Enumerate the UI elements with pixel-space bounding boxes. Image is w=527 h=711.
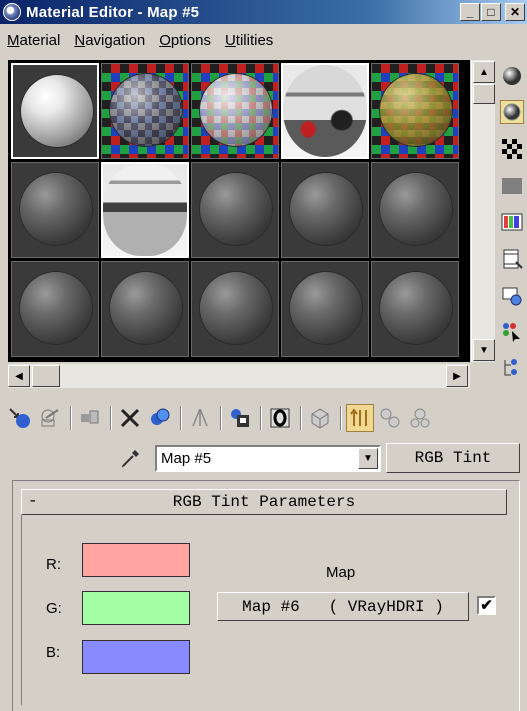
- get-material-icon[interactable]: [6, 404, 34, 432]
- video-color-check-icon[interactable]: [500, 210, 524, 234]
- red-label: R:: [46, 556, 61, 573]
- horizontal-scroll-thumb[interactable]: [32, 365, 60, 387]
- map-slot-button[interactable]: Map #6 ( VRayHDRI ): [217, 592, 469, 621]
- show-map-in-viewport-icon[interactable]: [266, 404, 294, 432]
- show-end-result-icon[interactable]: [306, 404, 334, 432]
- sample-slot-1[interactable]: [11, 63, 99, 159]
- material-sphere: [20, 272, 92, 344]
- scroll-up-arrow-icon[interactable]: ▲: [473, 61, 495, 83]
- scroll-right-arrow-icon[interactable]: ▶: [446, 365, 468, 387]
- options-icon[interactable]: [500, 284, 524, 308]
- material-navigator-icon[interactable]: [500, 356, 524, 380]
- reset-map-icon[interactable]: [116, 404, 144, 432]
- go-forward-to-sibling-icon[interactable]: [376, 404, 404, 432]
- material-map-navigator-icon[interactable]: [406, 404, 434, 432]
- maximize-button[interactable]: □: [481, 3, 501, 21]
- map-enabled-checkbox[interactable]: ✔: [477, 596, 496, 615]
- hdri-photo-sphere: [103, 164, 187, 256]
- green-color-swatch[interactable]: [82, 591, 190, 625]
- map-name-field[interactable]: Map #5 ▼: [155, 445, 381, 472]
- sample-slot-5[interactable]: [371, 63, 459, 159]
- material-effects-channel-icon[interactable]: [226, 404, 254, 432]
- sample-type-icon[interactable]: [500, 64, 524, 88]
- sample-slot-3[interactable]: [191, 63, 279, 159]
- background-icon[interactable]: [500, 137, 524, 161]
- blue-label: B:: [46, 644, 61, 661]
- sample-slot-15[interactable]: [371, 261, 459, 357]
- map-name-value: Map #5: [161, 450, 212, 467]
- go-to-parent-icon[interactable]: [346, 404, 374, 432]
- pick-material-eyedropper-icon[interactable]: [118, 445, 144, 471]
- hdri-photo-sphere: [283, 65, 367, 157]
- toolbar-separator: [70, 406, 72, 430]
- material-sphere: [20, 173, 92, 245]
- material-sphere: [290, 173, 362, 245]
- material-sphere: [290, 272, 362, 344]
- material-sphere: [200, 74, 272, 146]
- sample-slot-6[interactable]: [11, 162, 99, 258]
- blue-color-swatch[interactable]: [82, 640, 190, 674]
- map-slot-label: Map #6 ( VRayHDRI ): [242, 597, 444, 616]
- assign-to-selection-icon[interactable]: [76, 404, 104, 432]
- map-label: Map: [326, 564, 356, 581]
- backlight-icon[interactable]: [500, 100, 524, 124]
- sample-slot-12[interactable]: [101, 261, 189, 357]
- scroll-left-arrow-icon[interactable]: ◀: [8, 365, 30, 387]
- material-sphere: [200, 173, 272, 245]
- green-label: G:: [46, 600, 62, 617]
- chevron-down-icon[interactable]: ▼: [358, 448, 378, 469]
- menu-bar: Material Navigation Options Utilities: [0, 26, 527, 54]
- toolbar-separator: [110, 406, 112, 430]
- horizontal-scrollbar[interactable]: ◀ ▶: [8, 364, 470, 388]
- menu-options[interactable]: Options: [152, 32, 218, 49]
- toolbar-separator: [220, 406, 222, 430]
- sample-slot-9[interactable]: [281, 162, 369, 258]
- sample-slot-8[interactable]: [191, 162, 279, 258]
- scroll-down-arrow-icon[interactable]: ▼: [473, 339, 495, 361]
- sample-uv-tiling-icon[interactable]: [500, 174, 524, 198]
- vertical-scroll-thumb[interactable]: [473, 84, 495, 104]
- sample-slot-2[interactable]: [101, 63, 189, 159]
- sample-slot-4[interactable]: [281, 63, 369, 159]
- material-sphere: [200, 272, 272, 344]
- material-sphere: [380, 272, 452, 344]
- title-bar: Material Editor - Map #5 _ □ ✕: [0, 0, 527, 24]
- sample-slot-13[interactable]: [191, 261, 279, 357]
- toolbar-separator: [180, 406, 182, 430]
- menu-utilities[interactable]: Utilities: [218, 32, 280, 49]
- sample-slot-11[interactable]: [11, 261, 99, 357]
- vertical-scrollbar[interactable]: ▲ ▼: [471, 60, 495, 362]
- make-unique-icon[interactable]: [146, 404, 174, 432]
- make-preview-icon[interactable]: [500, 247, 524, 271]
- sample-slots-grid: [8, 60, 470, 362]
- sample-slot-10[interactable]: [371, 162, 459, 258]
- sample-slot-7[interactable]: [101, 162, 189, 258]
- close-button[interactable]: ✕: [505, 3, 525, 21]
- sample-slot-14[interactable]: [281, 261, 369, 357]
- window-title: Material Editor - Map #5: [26, 3, 200, 21]
- map-type-button[interactable]: RGB Tint: [386, 443, 520, 473]
- material-sphere: [110, 272, 182, 344]
- red-color-swatch[interactable]: [82, 543, 190, 577]
- toolbar-separator: [340, 406, 342, 430]
- material-sphere: [380, 173, 452, 245]
- rollout-header[interactable]: - RGB Tint Parameters: [21, 489, 507, 515]
- material-toolbar: [6, 402, 524, 434]
- menu-material[interactable]: Material: [0, 32, 67, 49]
- app-icon[interactable]: [3, 3, 21, 21]
- select-by-material-icon[interactable]: [500, 320, 524, 344]
- material-sphere: [21, 75, 93, 147]
- toolbar-separator: [260, 406, 262, 430]
- rollout-title: RGB Tint Parameters: [172, 493, 356, 511]
- put-to-library-icon[interactable]: [186, 404, 214, 432]
- toolbar-separator: [300, 406, 302, 430]
- menu-navigation[interactable]: Navigation: [67, 32, 152, 49]
- material-sphere: [110, 74, 182, 146]
- minimize-button[interactable]: _: [460, 3, 480, 21]
- put-to-scene-icon[interactable]: [36, 404, 64, 432]
- material-sphere: [380, 74, 452, 146]
